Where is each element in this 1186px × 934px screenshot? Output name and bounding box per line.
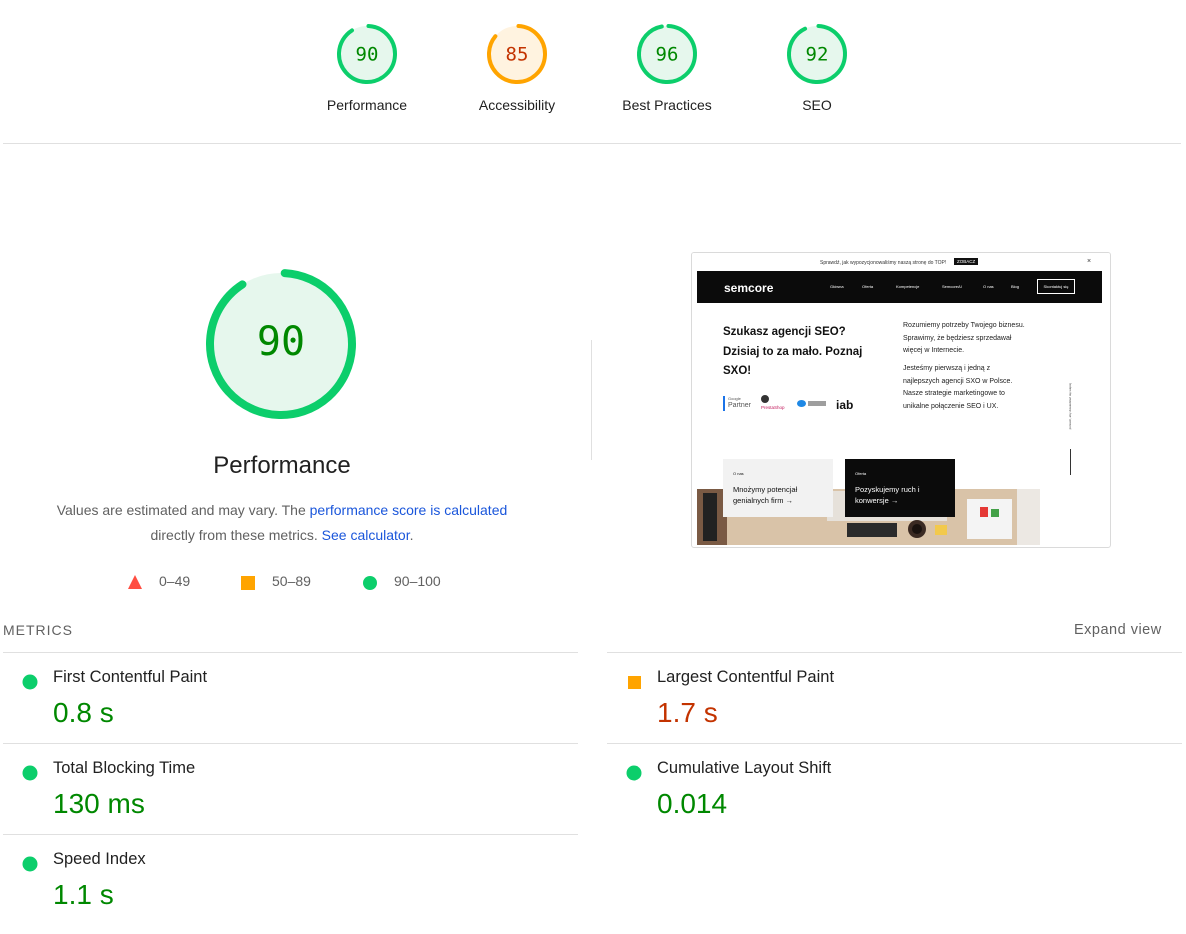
pass-circle-icon [22, 765, 38, 781]
screenshot-menu-item: Kompetencje [896, 284, 920, 289]
gauge-seo[interactable]: 92 SEO [757, 22, 877, 113]
gauge-accessibility-score: 85 [506, 44, 529, 66]
fail-triangle-icon [128, 575, 142, 589]
performance-description: Values are estimated and may vary. The p… [32, 498, 532, 548]
metric-cumulative-layout-shift: Cumulative Layout Shift 0.014 [607, 743, 1182, 835]
metric-value: 0.8 s [53, 697, 114, 728]
header-divider [3, 143, 1181, 144]
gauge-performance-ring: 90 [337, 23, 397, 84]
metric-value: 1.1 s [53, 879, 114, 910]
performance-title: Performance [213, 452, 351, 479]
metric-value: 0.014 [657, 788, 728, 819]
metric-speed-index: Speed Index 1.1 s [3, 834, 578, 926]
metric-value: 1.7 s [657, 697, 718, 728]
card-about-text: Mnożymy potencjał genialnych firm → [733, 485, 798, 505]
performance-score: 90 [257, 319, 305, 365]
score-calculated-link[interactable]: performance score is calculated [310, 502, 508, 518]
screenshot-menu-item: SemcoreAI [942, 284, 962, 289]
metric-value: 130 ms [53, 788, 145, 819]
screenshot-banner-cta: ZOBACZ [954, 258, 979, 265]
gauge-best-practices-label: Best Practices [622, 97, 712, 113]
partner-prestashop: PrestaShop [761, 405, 785, 410]
pass-circle-icon [22, 856, 38, 872]
final-screenshot[interactable]: Sprawdź, jak wypozycjonowaliśmy naszą st… [691, 252, 1111, 548]
see-calculator-link[interactable]: See calculator [322, 527, 410, 543]
performance-gauge: 90 [201, 264, 361, 424]
desc-text-2: directly from these metrics. [150, 527, 322, 543]
desc-text-1: Values are estimated and may vary. The [56, 502, 310, 518]
partner-iab: iab [836, 398, 854, 412]
screenshot-scroll-hint: przewiń, aby dowiedzieć się więcej [1068, 383, 1072, 430]
partner-label: Partner [728, 402, 751, 409]
scroll-line-icon [1070, 449, 1071, 475]
gauge-accessibility-ring: 85 [487, 23, 547, 84]
gauge-best-practices-ring: 96 [637, 23, 697, 84]
category-gauges: 90 Performance 85 Accessibility 96 Best … [0, 0, 1186, 144]
screenshot-banner: Sprawdź, jak wypozycjonowaliśmy naszą st… [692, 253, 1110, 271]
screenshot-paragraph-1: Rozumiemy potrzeby Twojego biznesu. Spra… [903, 322, 1025, 354]
metric-total-blocking-time: Total Blocking Time 130 ms [3, 743, 578, 835]
gauge-performance[interactable]: 90 Performance [307, 22, 427, 113]
screenshot-paragraph-2: Jesteśmy pierwszą i jedną z najlepszych … [903, 365, 1013, 410]
legend-average-range: 50–89 [272, 573, 311, 589]
pass-circle-icon [626, 765, 642, 781]
screenshot-headline: Szukasz agencji SEO? Dzisiaj to za mało.… [723, 326, 863, 377]
screenshot-contact-button: Skontaktuj się [1037, 279, 1075, 294]
card-offer-text: Pozyskujemy ruch i konwersje → [855, 485, 920, 505]
close-icon: × [1087, 258, 1092, 265]
gauge-best-practices[interactable]: 96 Best Practices [607, 22, 727, 113]
screenshot-menu-item: Główna [830, 284, 844, 289]
screenshot-card-offer: Oferta Pozyskujemy ruch i konwersje → [845, 459, 955, 517]
screenshot-menu-item: Blog [1011, 284, 1020, 289]
screenshot-partner-logos: Google Partner PrestaShop iab [723, 393, 863, 415]
partner-google: Google [728, 396, 741, 401]
metric-label: Largest Contentful Paint [657, 668, 835, 686]
metric-first-contentful-paint: First Contentful Paint 0.8 s [3, 652, 578, 744]
gauge-seo-ring: 92 [787, 23, 847, 84]
gauge-best-practices-score: 96 [656, 44, 679, 66]
google-partner-bar-icon [723, 396, 725, 411]
average-square-icon [241, 576, 255, 590]
pass-circle-icon [22, 674, 38, 690]
partner-badge-icon [797, 400, 806, 407]
screenshot-navbar: semcore Główna Oferta Kompetencje Semcor… [697, 271, 1102, 303]
metric-label: First Contentful Paint [53, 668, 208, 686]
screenshot-logo: semcore [724, 281, 774, 295]
metric-largest-contentful-paint: Largest Contentful Paint 1.7 s [607, 652, 1182, 744]
average-square-icon [628, 676, 641, 689]
gauge-accessibility[interactable]: 85 Accessibility [457, 22, 577, 113]
metric-label: Cumulative Layout Shift [657, 759, 832, 777]
card-about-category: O nas [733, 471, 744, 476]
performance-gauge-ring: 90 [206, 269, 356, 419]
screenshot-menu-item: O nas [983, 284, 994, 289]
expand-view-button[interactable]: Expand view [1074, 622, 1162, 638]
legend-fail-range: 0–49 [159, 573, 191, 589]
gauge-seo-score: 92 [806, 44, 829, 66]
gauge-performance-label: Performance [326, 97, 408, 113]
gauge-seo-label: SEO [802, 97, 832, 113]
metric-label: Speed Index [53, 850, 146, 868]
partner-text-icon [808, 401, 826, 406]
legend-pass-range: 90–100 [394, 573, 441, 589]
card-offer-category: Oferta [855, 471, 867, 476]
gauge-performance-score: 90 [356, 44, 379, 66]
prestashop-logo-icon [761, 395, 769, 403]
metric-label: Total Blocking Time [53, 759, 196, 777]
metrics-title: METRICS [3, 622, 73, 638]
pass-circle-icon [363, 576, 377, 590]
summary-separator [591, 340, 592, 460]
gauge-accessibility-label: Accessibility [478, 97, 556, 113]
desc-text-3: . [409, 527, 414, 543]
screenshot-menu-item: Oferta [862, 284, 874, 289]
screenshot-banner-text: Sprawdź, jak wypozycjonowaliśmy naszą st… [820, 260, 947, 266]
screenshot-card-about: O nas Mnożymy potencjał genialnych firm … [723, 459, 833, 517]
